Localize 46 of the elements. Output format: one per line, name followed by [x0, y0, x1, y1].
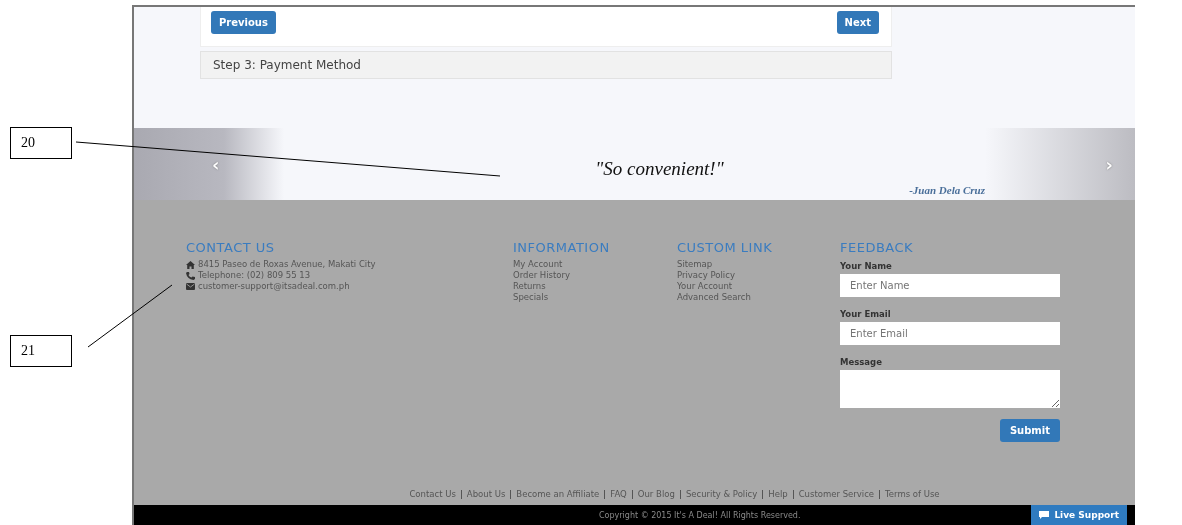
field-label: Your Email [840, 309, 891, 319]
footer-link[interactable]: Privacy Policy [677, 270, 735, 281]
phone-icon [186, 271, 195, 280]
section-heading: FEEDBACK [840, 240, 914, 255]
contact-detail: 8415 Paseo de Roxas Avenue, Makati City [198, 259, 376, 270]
section-heading: CUSTOM LINK [677, 240, 773, 255]
field-label: Your Name [840, 261, 892, 271]
previous-arrow[interactable]: ‹ [212, 153, 220, 175]
footer-link[interactable]: Your Account [677, 281, 733, 292]
home-icon [186, 260, 195, 269]
footer-link[interactable]: Become an Affiliate [516, 489, 600, 499]
next-arrow[interactable]: › [1105, 153, 1113, 175]
section-heading: CONTACT US [186, 240, 275, 255]
previous-button[interactable]: Previous [211, 11, 276, 34]
footer-link[interactable]: Help [768, 489, 788, 499]
footer-link[interactable]: Security & Policy [685, 489, 758, 499]
footer-link[interactable]: My Account [513, 259, 563, 270]
footer-link[interactable]: Customer Service [798, 489, 875, 499]
section-heading: INFORMATION [513, 240, 610, 255]
submit-button[interactable]: Submit [999, 419, 1060, 442]
footer-link[interactable]: Sitemap [677, 259, 713, 270]
live-support-button[interactable]: Live Support [1031, 505, 1127, 525]
footer-link[interactable]: Advanced Search [677, 292, 751, 303]
contact-detail: Telephone: (02) 809 55 13 [198, 270, 311, 281]
callout-label: 20 [10, 127, 72, 159]
testimonial-author: -Juan Dela Cruz [909, 184, 985, 196]
footer-link[interactable]: Our Blog [637, 489, 675, 499]
footer-link[interactable]: Specials [513, 292, 549, 303]
footer-link[interactable]: FAQ [610, 489, 627, 499]
callout-label: 21 [10, 335, 72, 367]
testimonial-quote: "So convenient!" [595, 158, 724, 180]
copyright-text: Copyright © 2015 It's A Deal! All Rights Reserved. [599, 510, 801, 520]
footer-link[interactable]: Contact Us [409, 489, 456, 499]
footer-link[interactable]: Order History [513, 270, 571, 281]
chat-icon [1039, 511, 1050, 519]
text-field[interactable]: Enter Email [840, 322, 1060, 345]
footer-link[interactable]: Returns [513, 281, 546, 292]
next-button[interactable]: Next [836, 11, 879, 34]
envelope-icon [186, 283, 195, 290]
text-field[interactable]: Enter Name [840, 274, 1060, 297]
footer-link[interactable]: About Us [466, 489, 506, 499]
field-label: Message [840, 357, 882, 367]
footer-link[interactable]: Terms of Use [885, 489, 940, 499]
step-panel-heading: Step 3: Payment Method [200, 51, 892, 79]
message-field[interactable] [840, 370, 1060, 408]
contact-detail: customer-support@itsadeal.com.ph [198, 281, 350, 292]
